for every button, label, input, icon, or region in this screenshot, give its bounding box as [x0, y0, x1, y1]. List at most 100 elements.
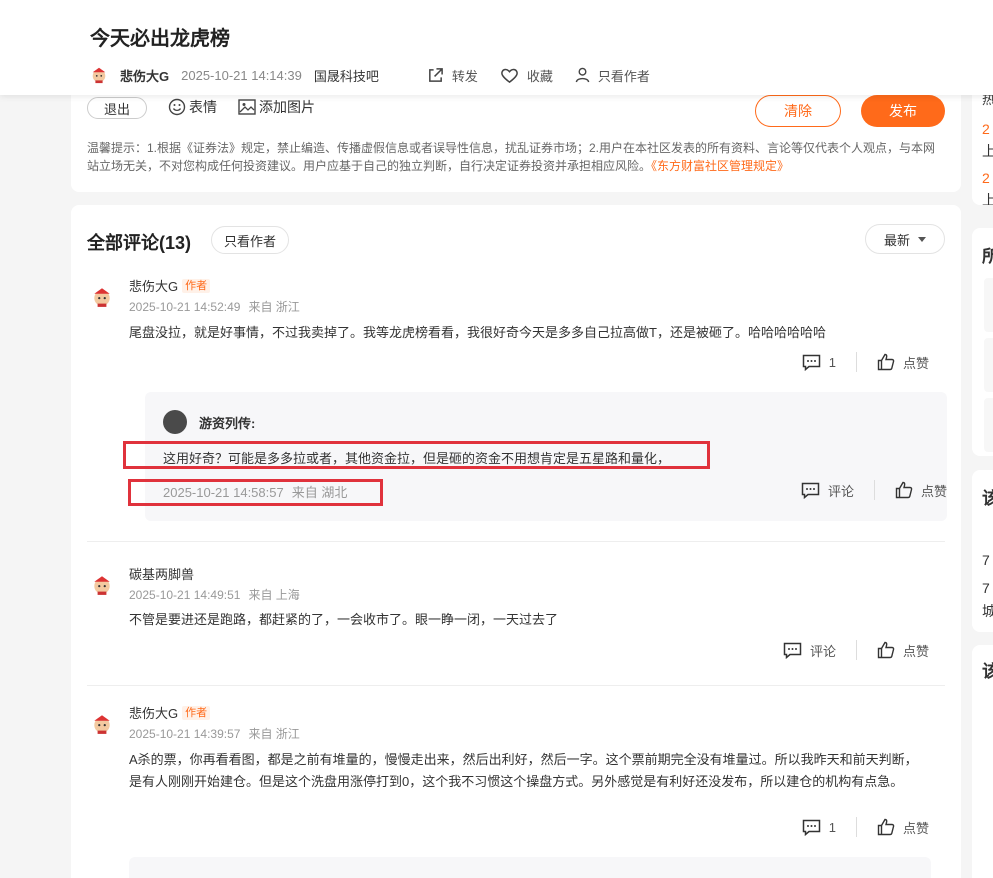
- heart-icon: [500, 68, 518, 83]
- comments-heading: 全部评论(13): [87, 233, 192, 253]
- action-divider: [855, 640, 857, 660]
- reply-editor-card: 退出 表情 添加图片 清除 发布 温馨提示：1.根据《证券法》规定，禁止编造、传…: [71, 95, 961, 192]
- thumbs-up-icon: [877, 818, 895, 836]
- share-label: 转发: [451, 68, 478, 84]
- rail-item[interactable]: 7: [982, 580, 990, 596]
- chevron-down-icon: [918, 236, 926, 242]
- commenter-name-text: 悲伤大G: [129, 706, 179, 721]
- commenter-avatar-icon[interactable]: [91, 574, 113, 596]
- favorite-button[interactable]: 收藏: [500, 66, 553, 85]
- reply-count-button[interactable]: 1: [802, 354, 836, 371]
- reply-author-name[interactable]: 游资列传:: [199, 413, 255, 432]
- favorite-label: 收藏: [526, 68, 553, 84]
- post-time: 2025-10-21 14:14:39: [181, 67, 302, 83]
- rail-item[interactable]: 2: [982, 170, 990, 186]
- comment-divider: [87, 541, 945, 542]
- comment-icon: [801, 482, 820, 499]
- sort-label: 最新: [883, 232, 910, 248]
- comment-item: 悲伤大G 作者 2025-10-21 14:39:57 来自 浙江 A杀的票，你再…: [87, 703, 945, 863]
- rail-item[interactable]: 上: [982, 190, 993, 205]
- commenter-avatar-icon[interactable]: [91, 286, 113, 308]
- comment-text: 尾盘没拉，就是好事情，不过我卖掉了。我等龙虎榜看看，我很好奇今天是多多自己拉高做…: [129, 325, 826, 340]
- reply-comment-label: 评论: [827, 483, 854, 499]
- post-author-row: 悲伤大G 2025-10-21 14:14:39 国晟科技吧 转发 收藏 只看作…: [90, 66, 672, 84]
- highlight-box-reply-meta: [128, 479, 383, 506]
- rail-item[interactable]: 7: [982, 552, 990, 568]
- user-icon: [575, 67, 590, 83]
- thumbs-up-icon: [895, 481, 913, 499]
- clear-button[interactable]: 清除: [755, 95, 841, 127]
- action-divider: [855, 352, 857, 372]
- commenter-name-text: 碳基两脚兽: [129, 567, 195, 582]
- rail-item[interactable]: 城: [982, 601, 993, 621]
- reply-avatar[interactable]: [163, 410, 187, 434]
- right-rail-section-d: 该: [972, 645, 993, 878]
- comment-button[interactable]: 评论: [783, 641, 836, 660]
- like-label: 点赞: [902, 643, 929, 659]
- share-button[interactable]: 转发: [427, 66, 478, 85]
- post-author-name[interactable]: 悲伤大G: [120, 66, 169, 85]
- comment-actions: 评论 点赞: [783, 640, 929, 660]
- comment-time: 2025-10-21 14:52:49: [129, 300, 241, 314]
- comment-icon: [802, 819, 820, 836]
- exit-button[interactable]: 退出: [87, 97, 147, 119]
- comment-location: 来自 浙江: [248, 300, 300, 314]
- image-icon: [238, 99, 256, 115]
- emoji-button[interactable]: 表情: [168, 97, 217, 117]
- only-author-label: 只看作者: [597, 68, 650, 84]
- comment-icon: [802, 354, 820, 371]
- highlight-box-reply-text: [123, 441, 710, 469]
- reply-actions: 评论 点赞: [801, 480, 947, 500]
- publish-button[interactable]: 发布: [861, 95, 945, 127]
- rail-card[interactable]: [984, 338, 993, 392]
- rail-card[interactable]: [984, 398, 993, 452]
- comment-text: 不管是要进还是跑路，都赶紧的了，一会收市了。眼一睁一闭，一天过去了: [129, 612, 559, 627]
- like-label: 点赞: [902, 355, 929, 371]
- thumbs-up-icon: [877, 353, 895, 371]
- sort-dropdown[interactable]: 最新: [865, 224, 945, 254]
- commenter-name[interactable]: 悲伤大G 作者: [129, 703, 211, 722]
- comment-meta: 2025-10-21 14:49:51 来自 上海: [129, 586, 300, 603]
- right-rail-top: 热 2 上 2 上: [972, 95, 993, 205]
- reply-like-button[interactable]: 点赞: [895, 481, 947, 500]
- action-divider: [855, 817, 857, 837]
- post-bar-link[interactable]: 国晟科技吧: [314, 66, 379, 85]
- comment-actions: 1 点赞: [802, 817, 929, 837]
- emoji-label: 表情: [189, 99, 217, 115]
- comment-item: 碳基两脚兽 2025-10-21 14:49:51 来自 上海 不管是要进还是跑路…: [87, 564, 945, 664]
- rail-heading-a: 热: [982, 95, 993, 107]
- only-author-button[interactable]: 只看作者: [575, 66, 650, 85]
- comment-time: 2025-10-21 14:39:57: [129, 727, 241, 741]
- community-rules-link[interactable]: 《东方财富社区管理规定》: [651, 159, 789, 173]
- add-image-button[interactable]: 添加图片: [238, 97, 315, 117]
- comments-section: 全部评论(13) 只看作者 最新 悲伤大G 作者 2025-10-21 14:5…: [71, 205, 961, 878]
- like-button[interactable]: 点赞: [877, 818, 929, 837]
- commenter-avatar-icon[interactable]: [91, 713, 113, 735]
- reply-comment-button[interactable]: 评论: [801, 481, 854, 500]
- post-title: 今天必出龙虎榜: [90, 28, 230, 50]
- like-button[interactable]: 点赞: [877, 641, 929, 660]
- rail-item[interactable]: 2: [982, 121, 990, 137]
- author-badge: 作者: [182, 278, 211, 293]
- comment-text: A杀的票，你再看看图，都是之前有堆量的，慢慢走出来，然后出利好，然后一字。这个票…: [129, 752, 918, 789]
- comment-location: 来自 浙江: [248, 727, 300, 741]
- share-icon: [428, 67, 443, 82]
- comment-meta: 2025-10-21 14:39:57 来自 浙江: [129, 725, 300, 742]
- rail-card[interactable]: [984, 278, 993, 332]
- right-rail-section-c: 该 7 7 城: [972, 470, 993, 632]
- rail-item[interactable]: 上: [982, 141, 993, 161]
- rail-heading-b: 所: [982, 247, 993, 266]
- post-sticky-header: 今天必出龙虎榜 悲伤大G 2025-10-21 14:14:39 国晟科技吧 转…: [0, 0, 993, 95]
- author-avatar-icon[interactable]: [90, 66, 108, 84]
- like-label: 点赞: [902, 820, 929, 836]
- like-button[interactable]: 点赞: [877, 353, 929, 372]
- reply-count-button[interactable]: 1: [802, 819, 836, 836]
- right-rail-section-b: 所: [972, 228, 993, 456]
- comment-location: 来自 上海: [248, 588, 300, 602]
- emoji-icon: [168, 98, 186, 116]
- commenter-name[interactable]: 碳基两脚兽: [129, 564, 194, 583]
- commenter-name[interactable]: 悲伤大G 作者: [129, 276, 211, 295]
- disclaimer-text: 温馨提示：1.根据《证券法》规定，禁止编造、传播虚假信息或者误导性信息，扰乱证券…: [87, 141, 936, 173]
- comment-time: 2025-10-21 14:49:51: [129, 588, 241, 602]
- comments-only-author-button[interactable]: 只看作者: [211, 226, 289, 254]
